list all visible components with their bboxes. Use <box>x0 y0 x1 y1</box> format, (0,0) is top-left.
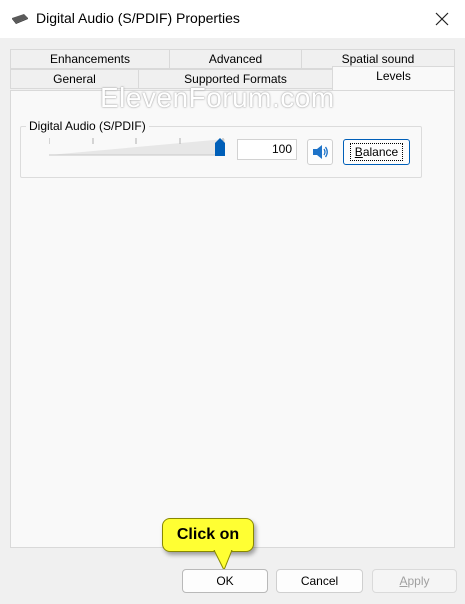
apply-button[interactable]: Apply <box>372 569 457 593</box>
mute-button[interactable] <box>307 139 333 165</box>
watermark: ElevenForum.com <box>100 82 335 113</box>
tab-advanced[interactable]: Advanced <box>169 49 302 69</box>
window-title: Digital Audio (S/PDIF) Properties <box>36 10 240 26</box>
close-button[interactable] <box>419 0 465 38</box>
ok-button[interactable]: OK <box>182 569 268 593</box>
volume-value-field[interactable]: 100 <box>237 139 297 160</box>
cancel-button[interactable]: Cancel <box>276 569 363 593</box>
balance-button-label: Balance <box>349 143 404 161</box>
click-on-callout: Click on <box>162 518 254 552</box>
sound-device-icon <box>12 14 28 24</box>
balance-button[interactable]: Balance <box>343 139 410 165</box>
speaker-icon <box>313 145 328 159</box>
close-icon <box>435 12 449 26</box>
title-bar: Digital Audio (S/PDIF) Properties <box>0 0 465 38</box>
group-label: Digital Audio (S/PDIF) <box>26 119 149 133</box>
tab-enhancements[interactable]: Enhancements <box>10 49 170 69</box>
tab-levels[interactable]: Levels <box>332 66 455 90</box>
volume-slider[interactable] <box>49 136 225 156</box>
